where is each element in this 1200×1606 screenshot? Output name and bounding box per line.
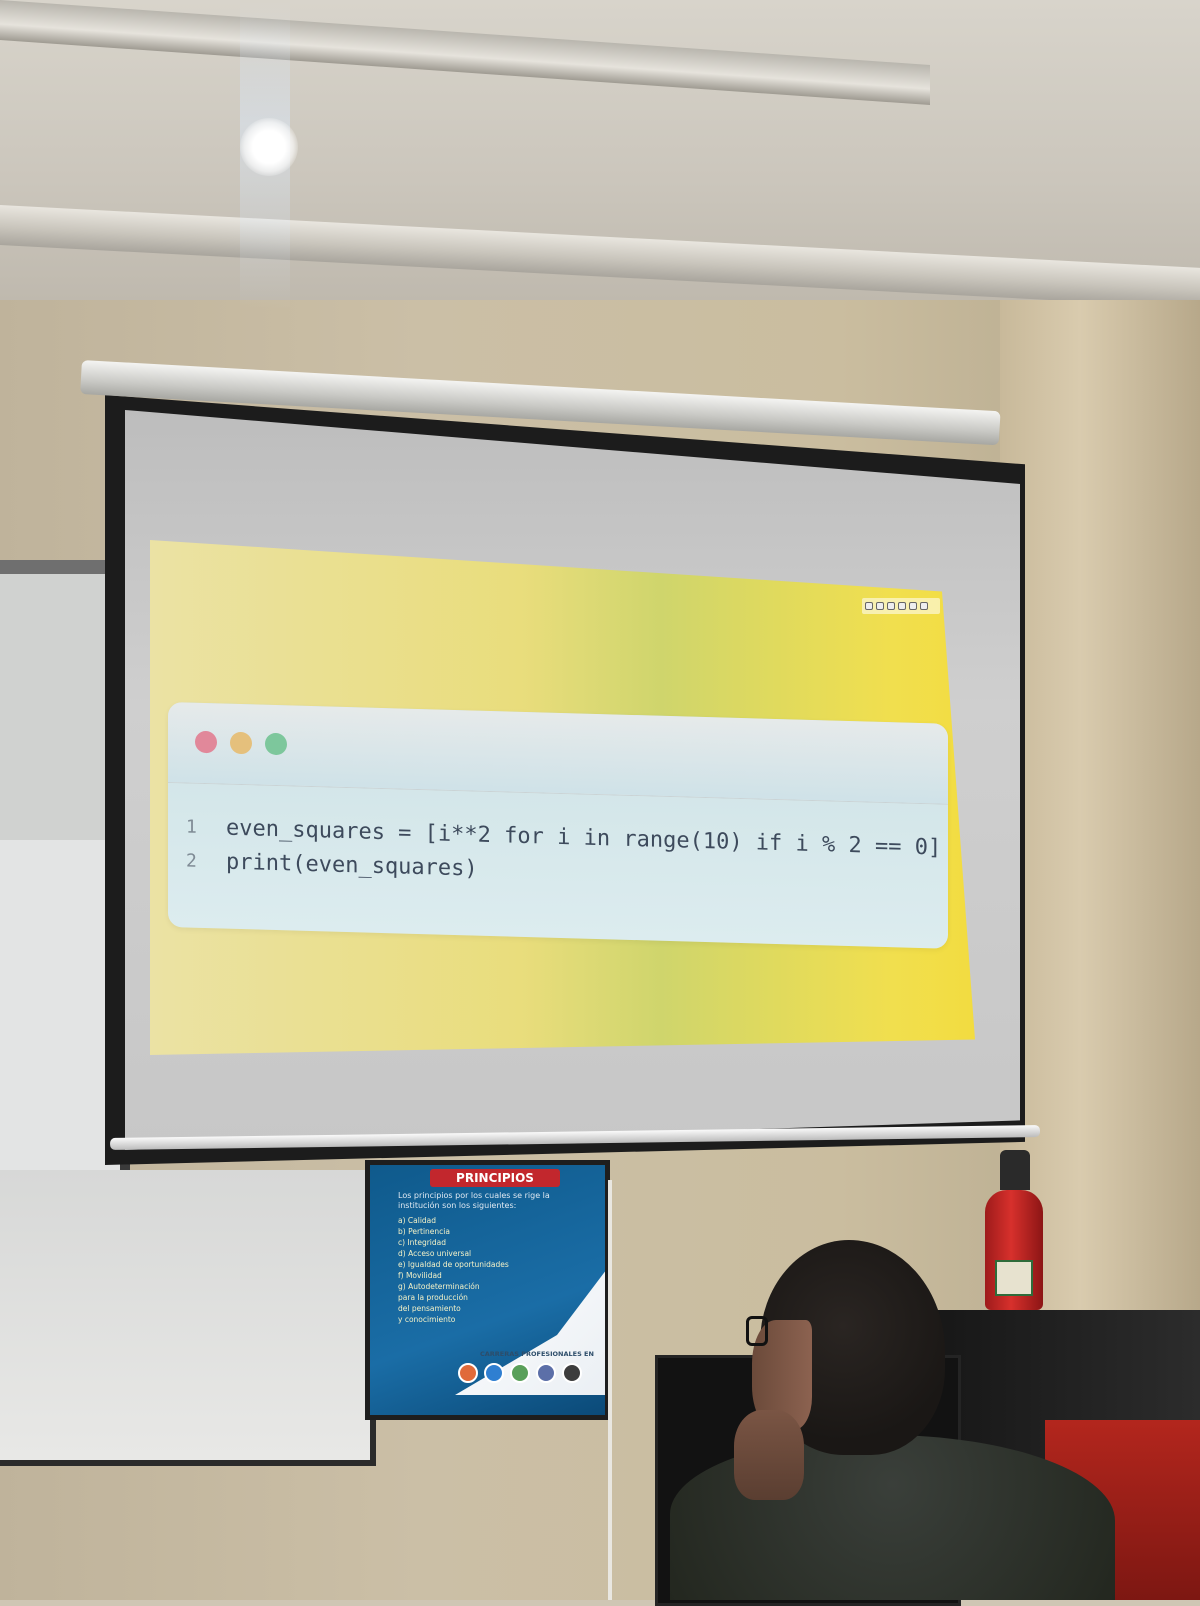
person-hand bbox=[734, 1410, 804, 1500]
code-window: 1 even_squares = [i**2 for i in range(10… bbox=[168, 702, 948, 949]
career-icon bbox=[458, 1363, 478, 1383]
poster-list-item: y conocimiento bbox=[398, 1315, 456, 1324]
toolbar-button bbox=[909, 602, 917, 610]
code-body: 1 even_squares = [i**2 for i in range(10… bbox=[168, 812, 948, 902]
poster-list-item: b) Pertinencia bbox=[398, 1227, 450, 1236]
slide-toolbar bbox=[862, 598, 940, 614]
toolbar-button bbox=[898, 602, 906, 610]
extinguisher-valve bbox=[1000, 1150, 1030, 1190]
ceiling-light bbox=[240, 118, 298, 176]
poster-list: a) Calidad b) Pertinencia c) Integridad … bbox=[398, 1215, 548, 1325]
code-text: print(even_squares) bbox=[226, 849, 478, 882]
principles-poster: PRINCIPIOS Los principios por los cuales… bbox=[365, 1160, 610, 1420]
poster-list-item: c) Integridad bbox=[398, 1238, 446, 1247]
whiteboard-lower bbox=[0, 1170, 376, 1466]
toolbar-button bbox=[887, 602, 895, 610]
career-icon bbox=[562, 1363, 582, 1383]
poster-list-item: d) Acceso universal bbox=[398, 1249, 472, 1258]
poster-title: PRINCIPIOS bbox=[430, 1169, 560, 1187]
green-dot-icon bbox=[265, 732, 287, 756]
poster-list-item: para la producción bbox=[398, 1293, 468, 1302]
cable bbox=[608, 1180, 612, 1600]
extinguisher-label bbox=[995, 1260, 1033, 1296]
line-number: 1 bbox=[186, 816, 197, 838]
poster-career-icons bbox=[458, 1363, 582, 1383]
toolbar-button bbox=[920, 602, 928, 610]
poster-list-item: e) Igualdad de oportunidades bbox=[398, 1260, 509, 1269]
career-icon bbox=[536, 1363, 556, 1383]
career-icon bbox=[510, 1363, 530, 1383]
poster-list-item: f) Movilidad bbox=[398, 1271, 442, 1280]
poster-list-item: g) Autodeterminación bbox=[398, 1282, 480, 1291]
toolbar-button bbox=[876, 602, 884, 610]
poster-intro: Los principios por los cuales se rige la… bbox=[398, 1191, 550, 1210]
poster-list-item: del pensamiento bbox=[398, 1304, 461, 1313]
red-dot-icon bbox=[195, 730, 217, 754]
poster-careers-label: CARRERAS PROFESIONALES EN bbox=[480, 1350, 594, 1358]
career-icon bbox=[484, 1363, 504, 1383]
poster-list-item: a) Calidad bbox=[398, 1216, 437, 1225]
toolbar-button bbox=[865, 602, 873, 610]
line-number: 2 bbox=[186, 850, 197, 872]
fire-extinguisher bbox=[985, 1190, 1043, 1310]
yellow-dot-icon bbox=[230, 731, 252, 755]
glasses-icon bbox=[746, 1316, 768, 1346]
